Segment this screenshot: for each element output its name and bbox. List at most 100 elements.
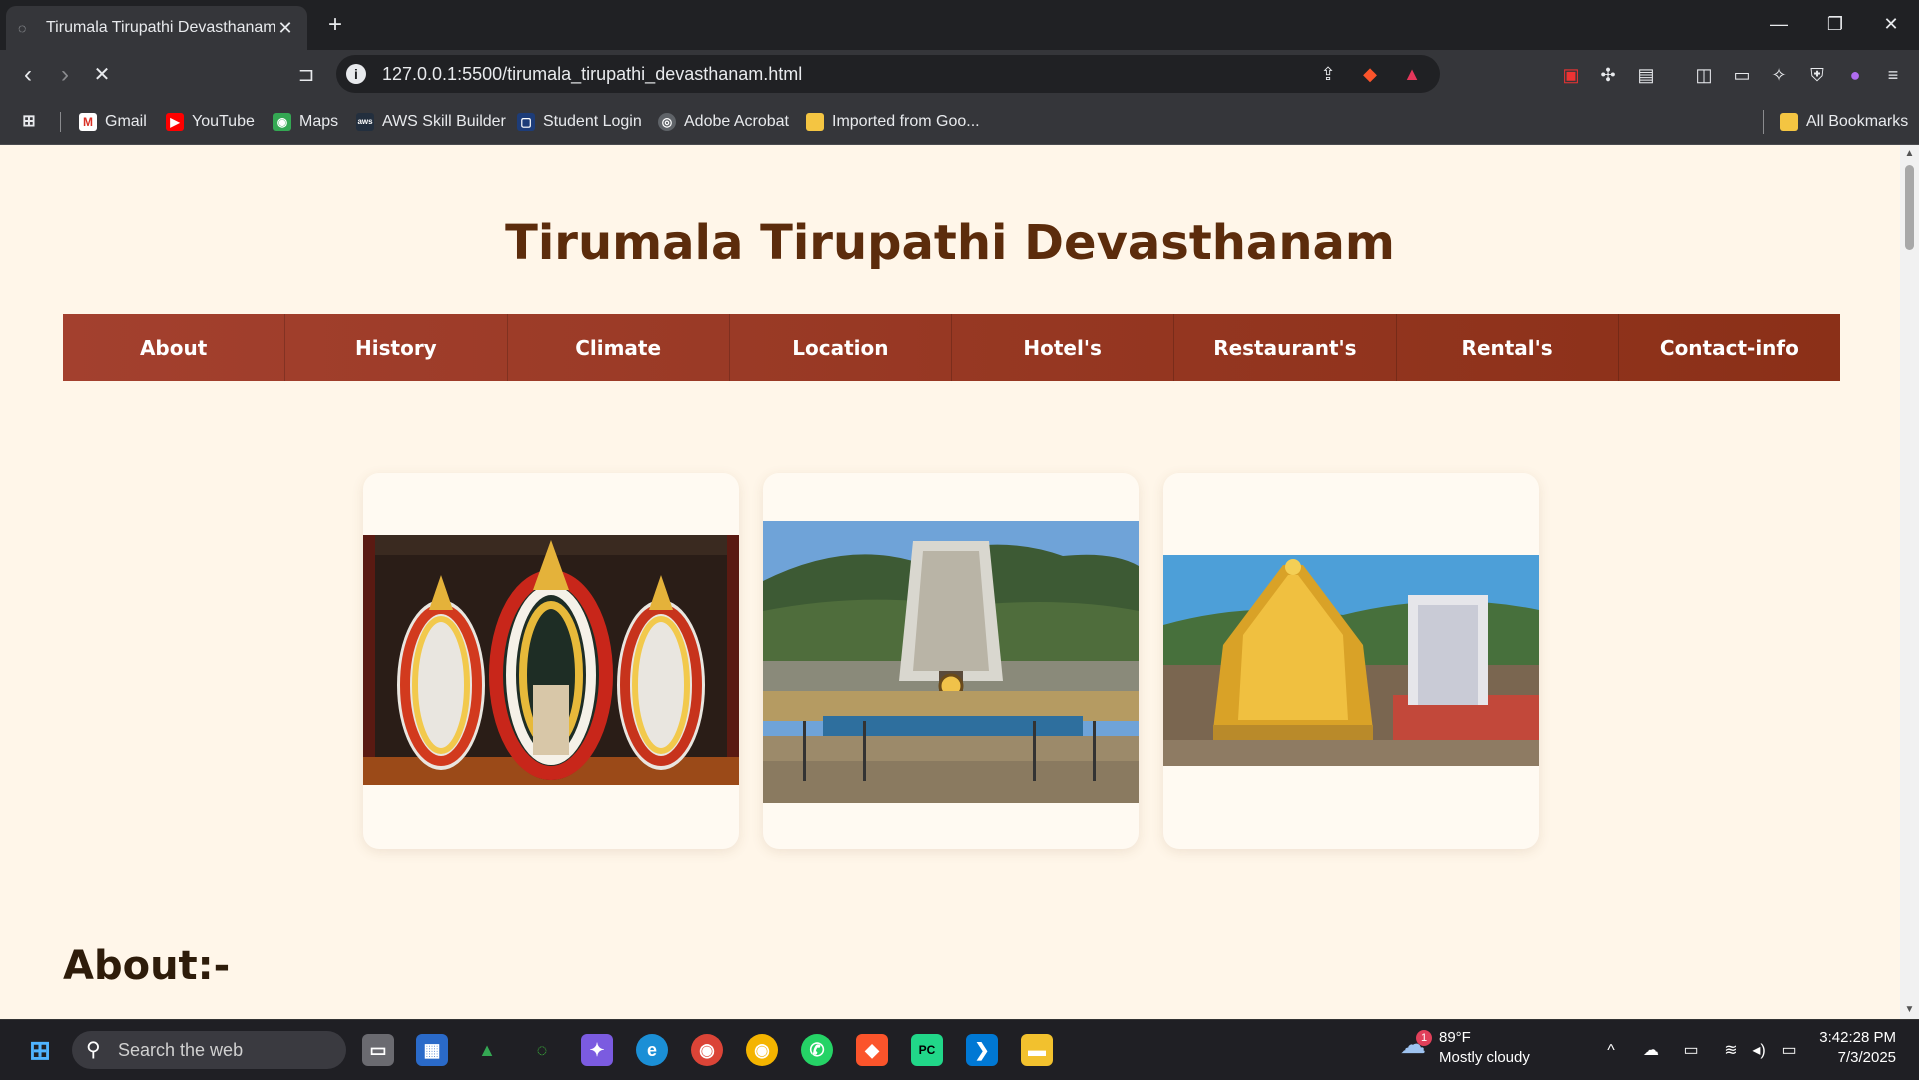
bookmark-label: Adobe Acrobat	[684, 113, 789, 130]
task-view-icon[interactable]: ▭	[362, 1034, 394, 1066]
clock-date: 7/3/2025	[1837, 1049, 1896, 1066]
nav-history[interactable]: History	[285, 314, 508, 381]
all-bookmarks[interactable]: All Bookmarks	[1763, 110, 1908, 134]
brave-taskbar-icon[interactable]: ◆	[856, 1034, 888, 1066]
bookmark-student-login[interactable]: ▢ Student Login	[517, 110, 642, 134]
pycharm-icon[interactable]: PC	[911, 1034, 943, 1066]
address-bar[interactable]: i 127.0.0.1:5500/tirumala_tirupathi_deva…	[336, 55, 1440, 93]
close-window-button[interactable]: ✕	[1863, 0, 1919, 50]
vpn-shield-icon[interactable]: ⛨	[1805, 63, 1829, 87]
scroll-up-icon[interactable]: ▲	[1904, 149, 1915, 159]
display-icon[interactable]: ▭	[1680, 1040, 1702, 1062]
windows-start-icon[interactable]: ⊞	[24, 1034, 56, 1066]
wifi-icon[interactable]: ≋	[1720, 1040, 1742, 1062]
nav-about[interactable]: About	[63, 314, 286, 381]
wallet-icon[interactable]: ▭	[1730, 63, 1754, 87]
share-icon[interactable]: ⇪	[1316, 62, 1340, 86]
folder-icon	[1780, 113, 1798, 131]
restore-button[interactable]: ❐	[1807, 0, 1863, 50]
chrome-profile-icon[interactable]: ◉	[746, 1034, 778, 1066]
battery-icon[interactable]: ▭	[1778, 1040, 1800, 1062]
bookmark-label: Gmail	[105, 113, 147, 130]
edge-icon[interactable]: e	[636, 1034, 668, 1066]
site-info-icon[interactable]: i	[346, 64, 366, 84]
leo-ai-icon[interactable]: ✧	[1767, 63, 1791, 87]
chrome-icon[interactable]: ◉	[691, 1034, 723, 1066]
extensions-puzzle-icon[interactable]: ✣	[1596, 63, 1620, 87]
bookmark-label: Imported from Goo...	[832, 113, 980, 130]
bookmark-gmail[interactable]: M Gmail	[79, 110, 147, 134]
weather-temp: 89°F	[1439, 1029, 1471, 1046]
minimize-button[interactable]: —	[1751, 0, 1807, 50]
search-placeholder: Search the web	[118, 1040, 244, 1060]
vscode-icon[interactable]: ❯	[966, 1034, 998, 1066]
loading-ring-icon[interactable]: ◌	[526, 1034, 558, 1066]
bookmark-label: YouTube	[192, 113, 255, 130]
brave-rewards-icon[interactable]: ▲	[1400, 62, 1424, 86]
bookmark-label: Maps	[299, 113, 339, 130]
nav-hotels[interactable]: Hotel's	[952, 314, 1175, 381]
back-button[interactable]: ‹	[11, 58, 45, 92]
scroll-down-icon[interactable]: ▼	[1904, 1005, 1915, 1015]
file-explorer-icon[interactable]: ▬	[1021, 1034, 1053, 1066]
bookmark-page-icon[interactable]: ⊐	[289, 58, 323, 92]
microsoft-store-icon[interactable]: ▦	[416, 1034, 448, 1066]
url-text[interactable]: 127.0.0.1:5500/tirumala_tirupathi_devast…	[382, 64, 802, 85]
bookmark-imported-folder[interactable]: Imported from Goo...	[806, 110, 980, 134]
image-card-deities	[363, 473, 739, 849]
deities-photo	[363, 535, 739, 785]
forward-button[interactable]: ›	[48, 58, 82, 92]
taskbar-clock[interactable]: 3:42:28 PM 7/3/2025	[1812, 1028, 1896, 1068]
nav-location[interactable]: Location	[730, 314, 952, 381]
browser-toolbar: ‹ › ✕ ⊐ i 127.0.0.1:5500/tirumala_tirupa…	[0, 50, 1919, 100]
cloud-error-icon[interactable]: ☁	[1640, 1040, 1662, 1062]
browser-tab[interactable]: ◌ Tirumala Tirupathi Devasthanam ✕	[6, 6, 307, 50]
weather-badge: 1	[1416, 1030, 1432, 1046]
sidebar-icon[interactable]: ◫	[1692, 63, 1716, 87]
loading-favicon-icon: ◌	[18, 20, 27, 36]
about-heading: About:-	[63, 943, 231, 989]
brave-shields-icon[interactable]: ◆	[1358, 62, 1382, 86]
bookmark-youtube[interactable]: ▶ YouTube	[166, 110, 255, 134]
bookmarks-bar: ⊞ M Gmail ▶ YouTube ◉ Maps aws AWS Skill Bui…	[0, 100, 1919, 145]
bookmark-aws[interactable]: aws AWS Skill Builder	[356, 110, 506, 134]
google-drive-icon[interactable]: ▲	[471, 1034, 503, 1066]
student-login-icon: ▢	[517, 113, 535, 131]
scroll-thumb[interactable]	[1905, 165, 1914, 250]
temple-gopuram-photo	[763, 521, 1139, 803]
new-tab-button[interactable]: +	[320, 10, 350, 40]
menu-icon[interactable]: ≡	[1881, 63, 1905, 87]
nav-restaurants[interactable]: Restaurant's	[1174, 314, 1397, 381]
apps-grid-icon[interactable]: ⊞	[20, 110, 46, 134]
taskbar-search[interactable]: ⚲ Search the web	[72, 1031, 346, 1069]
extension-red-icon[interactable]: ▣	[1559, 63, 1583, 87]
acrobat-icon: ◎	[658, 113, 676, 131]
clock-time: 3:42:28 PM	[1819, 1029, 1896, 1046]
stop-loading-button[interactable]: ✕	[85, 58, 119, 92]
weather-widget[interactable]: ☁ 1 89°F Mostly cloudy	[1400, 1028, 1530, 1068]
gmail-icon: M	[79, 113, 97, 131]
page-scrollbar[interactable]: ▲ ▼	[1900, 145, 1919, 1019]
bookmark-label: Student Login	[543, 113, 642, 130]
all-bookmarks-label: All Bookmarks	[1806, 113, 1909, 130]
nav-contact-info[interactable]: Contact-info	[1619, 314, 1840, 381]
whatsapp-icon[interactable]: ✆	[801, 1034, 833, 1066]
site-nav: About History Climate Location Hotel's R…	[63, 314, 1840, 381]
volume-icon[interactable]: ◂)	[1748, 1040, 1770, 1062]
tab-close-icon[interactable]: ✕	[275, 18, 295, 39]
nav-rentals[interactable]: Rental's	[1397, 314, 1619, 381]
bookmarks-divider	[60, 112, 61, 132]
weather-desc: Mostly cloudy	[1439, 1049, 1530, 1066]
profile-avatar-icon[interactable]: ●	[1843, 63, 1867, 87]
bookmark-adobe-acrobat[interactable]: ◎ Adobe Acrobat	[658, 110, 789, 134]
nav-climate[interactable]: Climate	[508, 314, 730, 381]
reader-mode-icon[interactable]: ▤	[1634, 63, 1658, 87]
image-card-temple-gopuram	[763, 473, 1139, 849]
windows-taskbar: ⊞ ⚲ Search the web ▭ ▦ ▲ ◌ ✦ e ◉ ◉ ✆ ◆ P…	[0, 1019, 1919, 1080]
golden-temple-photo	[1163, 555, 1539, 766]
copilot-icon[interactable]: ✦	[581, 1034, 613, 1066]
maps-icon: ◉	[273, 113, 291, 131]
tab-title: Tirumala Tirupathi Devasthanam	[46, 19, 275, 36]
bookmark-maps[interactable]: ◉ Maps	[273, 110, 338, 134]
show-hidden-icons-chevron-icon[interactable]: ^	[1600, 1040, 1622, 1062]
